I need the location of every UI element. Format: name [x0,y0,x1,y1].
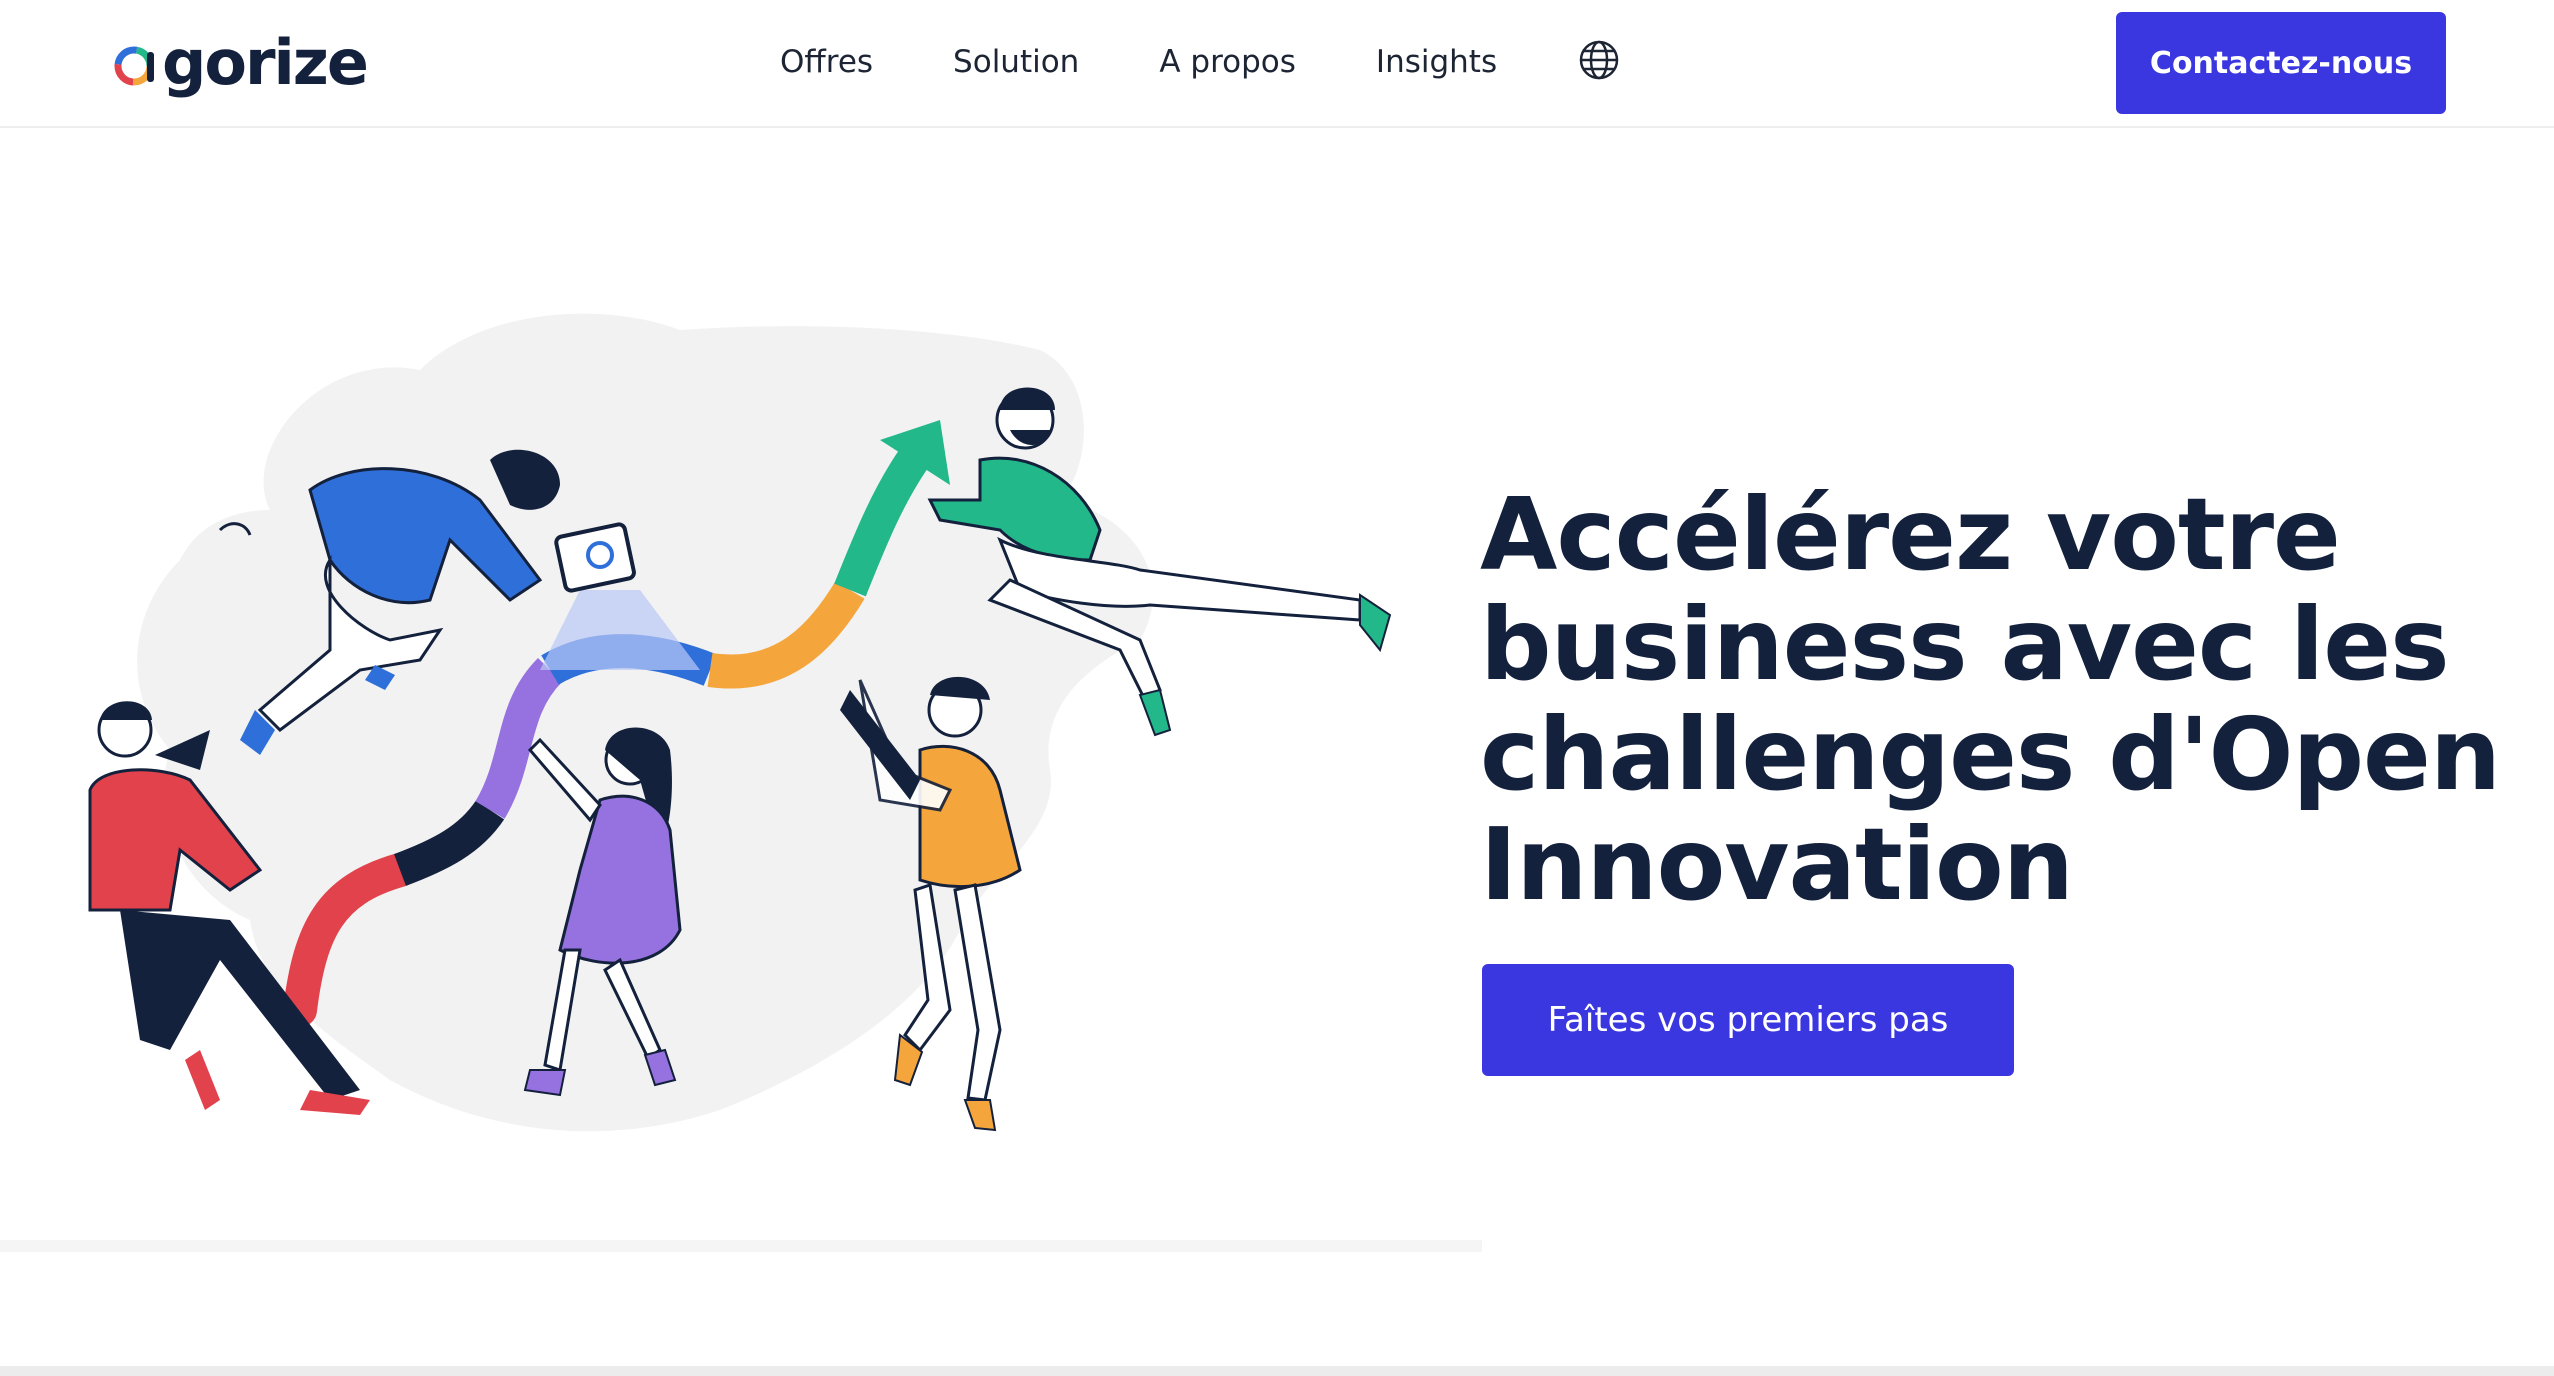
get-started-button[interactable]: Faîtes vos premiers pas [1482,964,2014,1076]
nav-insights[interactable]: Insights [1376,44,1497,80]
nav-a-propos[interactable]: A propos [1159,44,1296,80]
hero-title: Accélérez votre business avec les challe… [1480,476,2501,923]
nav-offres[interactable]: Offres [780,44,873,80]
contact-button[interactable]: Contactez-nous [2116,12,2446,114]
main-nav: Offres Solution A propos Insights [780,0,1621,124]
section-divider [0,1366,2554,1376]
nav-solution[interactable]: Solution [953,44,1079,80]
top-navbar: gorize Offres Solution A propos Insights… [0,0,2554,128]
team-collaboration-illustration [88,313,1392,1132]
hero-bottom-band [0,1240,1482,1252]
logo-text: gorize [162,25,369,99]
agorize-logo[interactable]: gorize [110,22,369,102]
logo-a-icon [114,46,154,86]
globe-icon[interactable] [1577,38,1621,82]
